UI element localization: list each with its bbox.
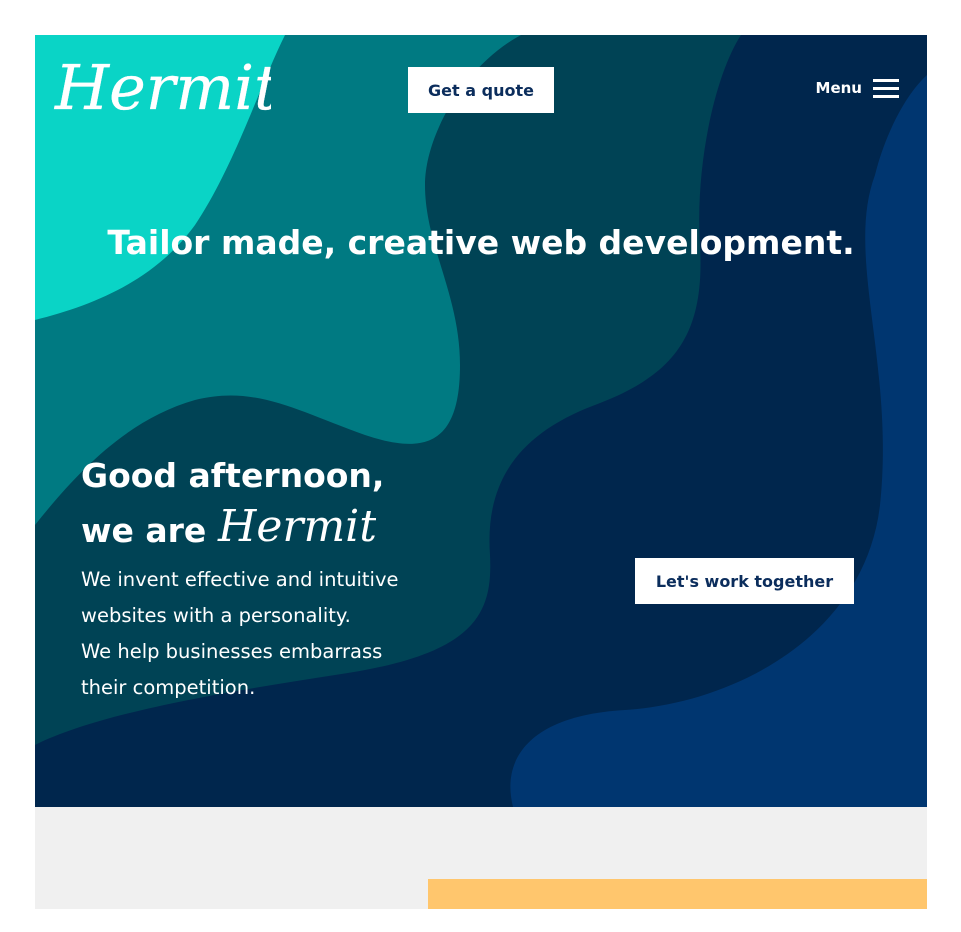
- intro-line: We help businesses embarrass: [81, 640, 383, 663]
- get-a-quote-button[interactable]: Get a quote: [408, 67, 554, 113]
- intro-line: their competition.: [81, 676, 256, 699]
- greeting-heading: Good afternoon, we are Hermit: [81, 453, 384, 563]
- svg-text:Hermit: Hermit: [217, 501, 376, 551]
- hero-section: Hermit Get a quote Menu Tailor made, cre…: [35, 35, 927, 807]
- intro-line: websites with a personality.: [81, 604, 351, 627]
- lets-work-together-button[interactable]: Let's work together: [635, 558, 854, 604]
- hero-tagline: Tailor made, creative web development.: [107, 223, 855, 262]
- greeting-line-2: we are Hermit: [81, 499, 384, 563]
- greeting-we-are: we are: [81, 511, 207, 550]
- accent-block: [428, 879, 927, 909]
- svg-text:Hermit: Hermit: [54, 51, 271, 124]
- intro-line: We invent effective and intuitive: [81, 568, 399, 591]
- page: Hermit Get a quote Menu Tailor made, cre…: [35, 35, 927, 909]
- greeting-brand-wordmark: Hermit: [216, 499, 377, 563]
- hermit-logo-wordmark: Hermit: [54, 51, 279, 124]
- menu-toggle[interactable]: Menu: [816, 78, 899, 98]
- menu-label: Menu: [815, 79, 862, 97]
- next-section: [35, 807, 927, 909]
- hermit-logo[interactable]: Hermit: [53, 51, 279, 129]
- hamburger-icon: [873, 78, 899, 98]
- greeting-line-1: Good afternoon,: [81, 456, 385, 495]
- intro-text: We invent effective and intuitive websit…: [81, 562, 501, 706]
